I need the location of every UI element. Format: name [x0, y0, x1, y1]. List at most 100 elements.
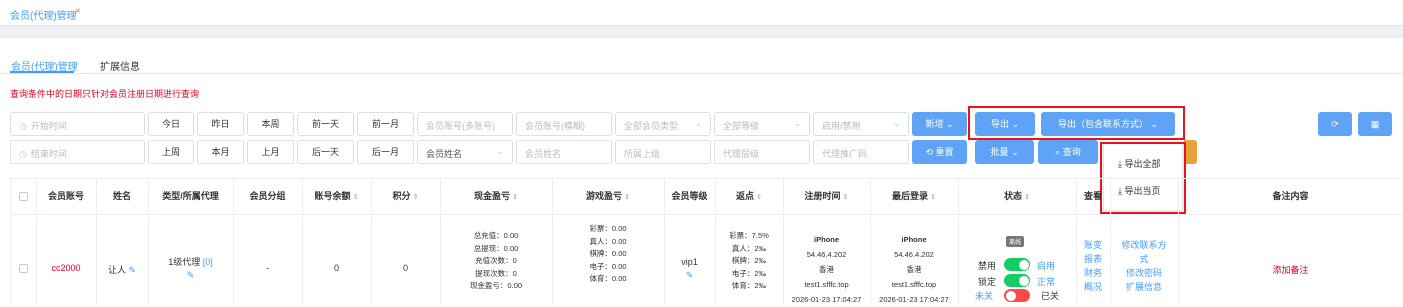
today-button[interactable]: 今日 — [148, 112, 194, 136]
agent-level-input[interactable]: 代理层级 — [714, 140, 810, 164]
finance-link[interactable]: 财务 — [1076, 266, 1110, 280]
view-links: 账变 报表 财务 概况 — [1076, 238, 1110, 294]
edit-icon[interactable]: ✎ — [187, 270, 195, 280]
edit-icon[interactable]: ✎ — [128, 265, 136, 275]
level-select[interactable]: 全部等级 ⌄ — [714, 112, 810, 136]
sort-icon[interactable]: ⇕ — [843, 194, 849, 201]
lock-right-label: 正常 — [1037, 277, 1056, 287]
gray-band — [0, 26, 1403, 38]
grid-view-button[interactable]: ▦ — [1358, 112, 1392, 136]
col-cash-pl[interactable]: 现金盈亏 ⇕ — [440, 178, 552, 214]
col-level: 会员等级 — [671, 191, 708, 201]
col-rebate[interactable]: 返点 ⇕ — [715, 178, 783, 214]
status-right-label: 启用 — [1037, 261, 1056, 271]
row-checkbox[interactable] — [19, 264, 28, 273]
this-week-button[interactable]: 本周 — [247, 112, 294, 136]
select-all-checkbox[interactable] — [19, 192, 28, 201]
sort-icon[interactable]: ⇕ — [413, 194, 419, 201]
group-cell: - — [266, 263, 269, 273]
export-highlight-box — [968, 106, 1185, 140]
this-month-button[interactable]: 本月 — [197, 140, 244, 164]
add-button[interactable]: 新增 ⌄ — [912, 112, 967, 136]
search-icon: ⌕ — [1055, 147, 1061, 157]
enable-switch[interactable] — [1004, 258, 1030, 271]
chevron-down-icon: ⌄ — [497, 147, 504, 156]
cash-pl-cell: 总充值：0.00 总提现：0.00 充值次数：0 提现次数：0 现金盈亏：0.00 — [469, 231, 523, 290]
level-cell: vip1 ✎ — [681, 257, 698, 280]
query-button[interactable]: ⌕ 查询 — [1038, 140, 1098, 164]
member-type-select[interactable]: 全部会员类型 ⌄ — [615, 112, 711, 136]
agent-code-input[interactable]: 代理推广码 — [813, 140, 909, 164]
last-login-cell: iPhone 54.46.4.202 香港 test1.sfffc.top 2026-0… — [879, 235, 949, 304]
close-right-label: 已关 — [1041, 291, 1060, 301]
lock-switch[interactable] — [1004, 274, 1030, 287]
extension-info-link[interactable]: 扩展信息 — [1110, 280, 1178, 294]
start-time-input[interactable]: ◷ 开始时间 — [10, 112, 145, 136]
col-points[interactable]: 积分 ⇕ — [371, 178, 440, 214]
col-divider — [10, 178, 11, 304]
col-type-agent: 类型/所属代理 — [162, 191, 219, 201]
col-name: 姓名 — [112, 191, 131, 201]
refresh-button[interactable]: ⟳ — [1318, 112, 1352, 136]
enable-disable-select[interactable]: 启用/禁用 ⌄ — [813, 112, 909, 136]
sort-icon[interactable]: ⇕ — [624, 194, 630, 201]
col-account: 会员账号 — [47, 191, 84, 201]
last-month-button[interactable]: 上月 — [247, 140, 294, 164]
next-month-button[interactable]: 后一月 — [357, 140, 414, 164]
add-note-link[interactable]: 添加备注 — [1178, 263, 1403, 276]
prev-day-button[interactable]: 前一天 — [297, 112, 354, 136]
status-left-label: 禁用 — [978, 261, 997, 271]
superior-input[interactable]: 所属上级 — [615, 140, 711, 164]
col-reg-time[interactable]: 注册时间 ⇕ — [783, 178, 870, 214]
sort-icon[interactable]: ⇕ — [756, 194, 762, 201]
subtab-extension-info[interactable]: 扩展信息 — [100, 58, 140, 73]
reset-button[interactable]: ⟲ 重置 — [912, 140, 967, 164]
tab-member-agent[interactable]: 会员(代理)管理 — [10, 7, 77, 22]
yesterday-button[interactable]: 昨日 — [197, 112, 244, 136]
name-field-select[interactable]: 会员姓名 ⌄ — [417, 140, 513, 164]
col-view: 查看 — [1083, 191, 1102, 201]
next-day-button[interactable]: 后一天 — [297, 140, 354, 164]
close-switch[interactable] — [1004, 289, 1030, 302]
prev-month-button[interactable]: 前一月 — [357, 112, 414, 136]
subtab-divider — [0, 73, 1403, 74]
member-name-input[interactable]: 会员姓名 — [516, 140, 612, 164]
clock-icon: ◷ — [19, 149, 27, 159]
report-link[interactable]: 报表 — [1076, 252, 1110, 266]
change-password-link[interactable]: 修改密码 — [1110, 266, 1178, 280]
sort-icon[interactable]: ⇕ — [1024, 194, 1030, 201]
chevron-down-icon: ⌄ — [893, 119, 900, 128]
batch-button[interactable]: 批量 ⌄ — [975, 140, 1034, 164]
chevron-down-icon: ⌄ — [695, 119, 702, 128]
col-note: 备注内容 — [1272, 191, 1309, 201]
edit-contact-link-cont[interactable]: 式 — [1110, 252, 1178, 266]
grid-icon: ▦ — [1370, 119, 1380, 129]
reset-icon: ⟲ — [925, 147, 933, 157]
col-balance[interactable]: 账号余额 ⇕ — [302, 178, 371, 214]
end-time-input[interactable]: ◷ 结束时间 — [10, 140, 145, 164]
clock-icon: ◷ — [19, 121, 27, 131]
edit-icon[interactable]: ✎ — [686, 270, 694, 280]
account-multi-input[interactable]: 会员账号(多账号) — [417, 112, 513, 136]
close-icon[interactable]: × — [75, 6, 81, 17]
game-pl-cell: 彩票：0.00 真人：0.00 棋牌：0.00 电子：0.00 体育：0.00 — [589, 224, 627, 283]
account-change-link[interactable]: 账变 — [1076, 238, 1110, 252]
col-game-pl[interactable]: 游戏盈亏 ⇕ — [552, 178, 664, 214]
sort-icon[interactable]: ⇕ — [930, 194, 936, 201]
account-link[interactable]: cc2000 — [36, 263, 96, 273]
sort-icon[interactable]: ⇕ — [512, 194, 518, 201]
query-notice: 查询条件中的日期只针对会员注册日期进行查询 — [10, 89, 200, 99]
overview-link[interactable]: 概况 — [1076, 280, 1110, 294]
chevron-down-icon: ⌄ — [1010, 147, 1019, 157]
top-tab-bar: 会员(代理)管理 × — [0, 0, 1403, 26]
account-fuzzy-input[interactable]: 会员账号(模糊) — [516, 112, 612, 136]
status-badge: 离线 — [1006, 236, 1025, 247]
ops-links: 修改联系方 式 修改密码 扩展信息 — [1110, 238, 1178, 294]
col-status[interactable]: 状态 ⇕ — [958, 178, 1076, 214]
last-week-button[interactable]: 上周 — [148, 140, 194, 164]
edit-contact-link[interactable]: 修改联系方 — [1110, 238, 1178, 252]
agent-count-link[interactable]: [0] — [203, 257, 213, 267]
sort-icon[interactable]: ⇕ — [353, 194, 359, 201]
col-last-login[interactable]: 最后登录 ⇕ — [870, 178, 958, 214]
lock-left-label: 锁定 — [978, 277, 997, 287]
